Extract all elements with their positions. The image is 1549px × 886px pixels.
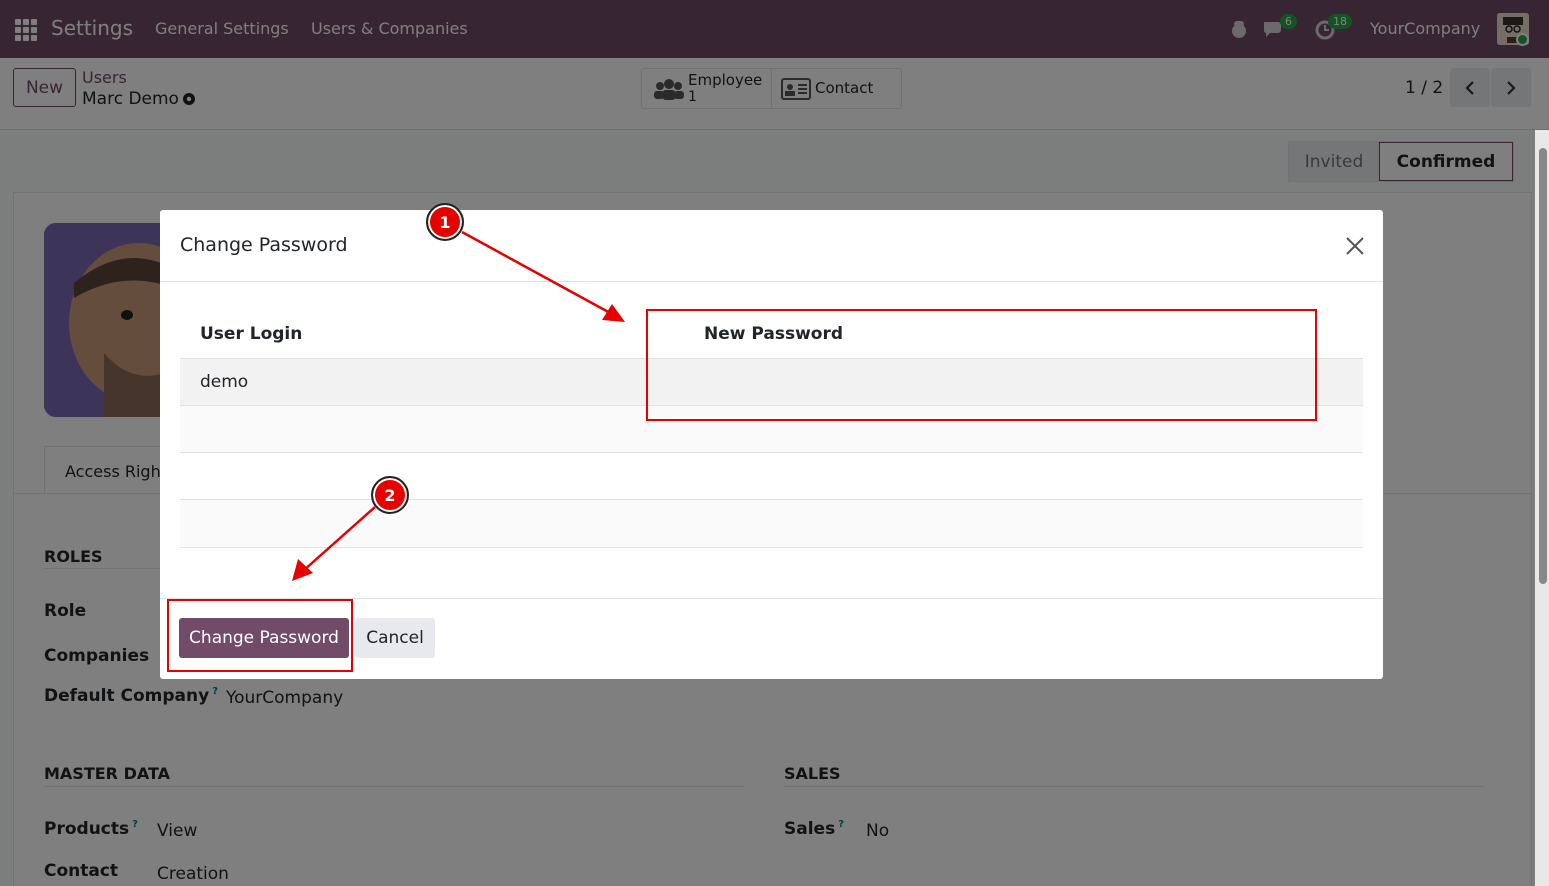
empty-row: [180, 499, 1363, 546]
column-user-login[interactable]: User Login: [200, 324, 302, 344]
dialog-header-divider: [160, 281, 1383, 282]
table-bottom-border: [180, 547, 1363, 548]
annotation-step-2: 2: [371, 476, 409, 514]
annotation-box-change-button: [167, 599, 353, 672]
close-icon[interactable]: [1344, 235, 1366, 257]
cancel-button[interactable]: Cancel: [355, 618, 435, 658]
dialog-title: Change Password: [180, 234, 348, 256]
annotation-box-new-password: [646, 309, 1317, 421]
empty-row: [180, 452, 1363, 499]
user-login-cell: demo: [200, 372, 249, 392]
page-scrollbar-thumb[interactable]: [1539, 148, 1547, 584]
annotation-step-1: 1: [426, 203, 464, 241]
